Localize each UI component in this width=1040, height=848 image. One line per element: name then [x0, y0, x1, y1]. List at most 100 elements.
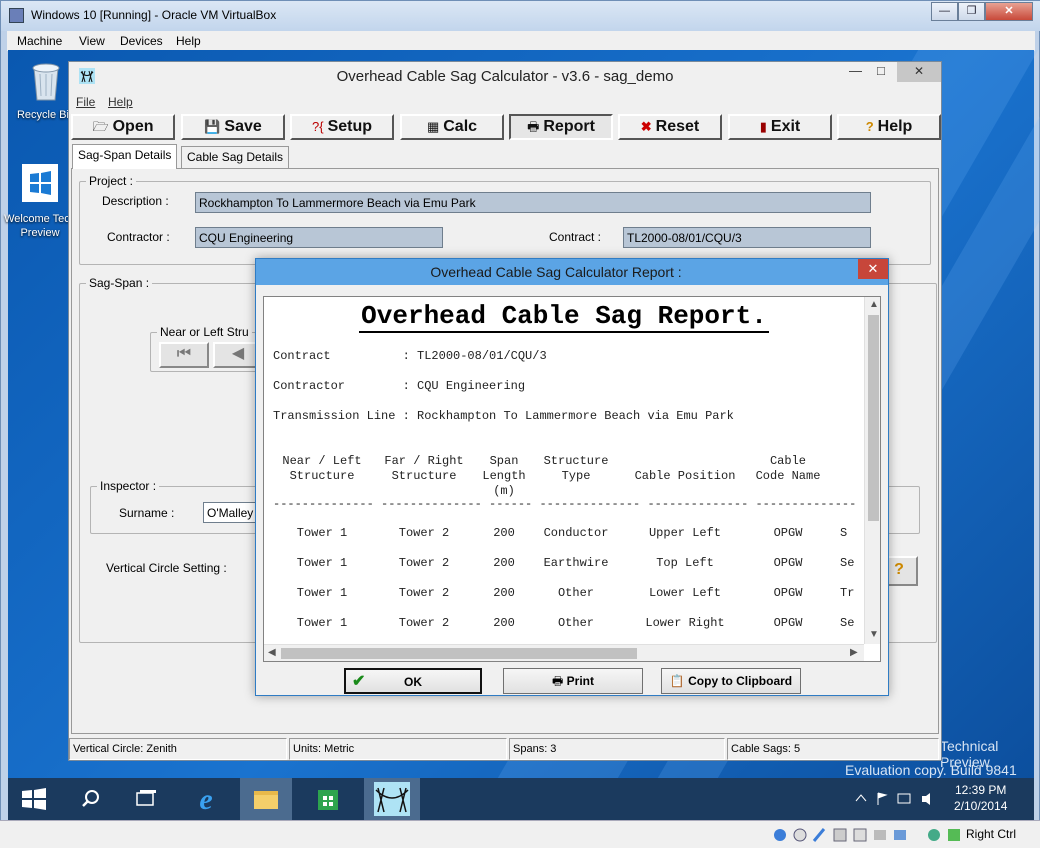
print-button[interactable]: 🖶 Print: [503, 668, 643, 694]
report-cell: Other: [557, 616, 594, 630]
contractor-label: Contractor :: [107, 230, 170, 244]
scroll-down-icon[interactable]: ▼: [869, 629, 879, 640]
reset-button[interactable]: ✖ Reset: [618, 114, 722, 140]
clock-time: 12:39 PM: [955, 783, 1007, 797]
store-button[interactable]: [302, 778, 354, 820]
description-field[interactable]: Rockhampton To Lammermore Beach via Emu …: [195, 192, 871, 213]
app-menu-bar: File Help: [69, 92, 941, 110]
app-maximize-button[interactable]: □: [877, 63, 885, 78]
vertical-circle-setting-label: Vertical Circle Setting :: [106, 561, 227, 575]
clock-date: 2/10/2014: [954, 799, 1008, 813]
device-status-icons[interactable]: [772, 825, 962, 845]
ok-button[interactable]: ✔ OK: [344, 668, 482, 694]
maximize-button[interactable]: ❐: [958, 2, 985, 21]
help-button[interactable]: ? Help: [837, 114, 941, 140]
search-button[interactable]: [64, 778, 116, 820]
report-horizontal-scrollbar[interactable]: ◀ ▶: [264, 644, 864, 661]
recycle-bin-icon: [32, 63, 60, 101]
open-button[interactable]: 🗁 Open: [71, 114, 175, 140]
report-dialog-close-button[interactable]: ✕: [858, 259, 888, 279]
column-header-span-length: Span Length (m): [482, 454, 526, 498]
scroll-up-icon[interactable]: ▲: [869, 299, 879, 310]
exit-door-icon: ▮: [759, 119, 767, 134]
virtualbox-app-icon: [9, 8, 24, 23]
vertical-scroll-thumb[interactable]: [868, 315, 879, 521]
report-contract-line: Contract : TL2000-08/01/CQU/3: [273, 349, 547, 363]
system-tray-icons[interactable]: [854, 791, 944, 807]
report-cell: 200: [493, 526, 515, 540]
report-viewer[interactable]: Overhead Cable Sag Report. Contract : TL…: [263, 296, 881, 662]
desktop-icon-welcome[interactable]: Welcome Tech Preview: [4, 162, 76, 240]
internet-explorer-icon: e: [199, 783, 212, 816]
app-close-button[interactable]: ✕: [897, 62, 941, 82]
windows-logo-icon: [22, 164, 58, 202]
app-minimize-button[interactable]: —: [849, 63, 862, 78]
save-icon: 💾: [204, 119, 221, 134]
report-cell: 200: [493, 556, 515, 570]
internet-explorer-button[interactable]: e: [180, 778, 232, 820]
taskbar: e 12:39 PM 2/10/2014: [8, 778, 1034, 820]
contractor-field[interactable]: CQU Engineering: [195, 227, 443, 248]
taskbar-clock[interactable]: 12:39 PM 2/10/2014: [954, 782, 1007, 814]
desktop-icon-label: Welcome Tech Preview: [4, 213, 76, 239]
report-button[interactable]: 🖶 Report: [509, 114, 613, 140]
save-button[interactable]: 💾 Save: [181, 114, 285, 140]
menu-devices[interactable]: Devices: [120, 34, 163, 48]
scroll-left-icon[interactable]: ◀: [268, 647, 276, 658]
report-icon: 🖶: [527, 119, 540, 134]
minimize-button[interactable]: —: [931, 2, 958, 21]
report-transmission-line: Transmission Line : Rockhampton To Lamme…: [273, 409, 734, 423]
report-cell: 200: [493, 586, 515, 600]
file-explorer-icon: [254, 791, 278, 809]
start-button[interactable]: [8, 778, 60, 820]
report-vertical-scrollbar[interactable]: ▲ ▼: [864, 297, 880, 644]
exit-button[interactable]: ▮ Exit: [728, 114, 832, 140]
copy-to-clipboard-button[interactable]: 📋 Copy to Clipboard: [661, 668, 801, 694]
app-title-bar[interactable]: Overhead Cable Sag Calculator - v3.6 - s…: [69, 62, 941, 90]
sag-calculator-taskbar-button[interactable]: [364, 778, 420, 820]
report-dialog-title: Overhead Cable Sag Calculator Report :: [430, 264, 682, 280]
help-icon: ?: [865, 119, 874, 134]
menu-file[interactable]: File: [76, 95, 95, 109]
close-button[interactable]: ✕: [985, 2, 1033, 21]
contract-field[interactable]: TL2000-08/01/CQU/3: [623, 227, 871, 248]
report-dialog: Overhead Cable Sag Calculator Report : ✕…: [255, 258, 889, 696]
virtualbox-status-bar: Right Ctrl: [0, 820, 1040, 848]
report-cell: Top Left: [656, 556, 714, 570]
virtualbox-title-bar[interactable]: Windows 10 [Running] - Oracle VM Virtual…: [1, 1, 1040, 31]
setup-button[interactable]: ?{Setup: [290, 114, 394, 140]
horizontal-scroll-thumb[interactable]: [281, 648, 637, 659]
inspector-group-label: Inspector :: [97, 479, 160, 493]
menu-help[interactable]: Help: [176, 34, 201, 48]
tab-cable-sag-details[interactable]: Cable Sag Details: [181, 146, 290, 168]
watermark-line-2: Evaluation copy. Build 9841: [845, 762, 1017, 778]
file-explorer-button[interactable]: [240, 778, 292, 820]
first-record-button[interactable]: ⏮: [159, 342, 209, 368]
calc-button[interactable]: ▦ Calc: [400, 114, 504, 140]
tab-sag-span-details[interactable]: Sag-Span Details: [72, 144, 178, 169]
report-cell: OPGW: [773, 586, 803, 600]
description-label: Description :: [102, 194, 169, 208]
scroll-right-icon[interactable]: ▶: [850, 647, 858, 658]
report-cell: Conductor: [543, 526, 609, 540]
checkmark-icon: ✔: [352, 673, 366, 690]
task-view-button[interactable]: [120, 778, 172, 820]
task-view-icon: [136, 790, 156, 806]
printer-icon: 🖶: [551, 674, 564, 688]
project-group-label: Project :: [86, 174, 137, 188]
status-spans: Spans: 3: [509, 738, 725, 760]
report-cell: Tower 2: [398, 526, 450, 540]
sag-calculator-icon: [374, 782, 410, 816]
help-icon: ?: [894, 561, 904, 578]
sag-span-group-label: Sag-Span :: [86, 276, 153, 290]
clipboard-icon: 📋: [669, 674, 685, 688]
menu-machine[interactable]: Machine: [17, 34, 62, 48]
menu-help[interactable]: Help: [108, 95, 133, 109]
report-cell: Tower 1: [296, 526, 348, 540]
report-dialog-title-bar[interactable]: Overhead Cable Sag Calculator Report : ✕: [256, 259, 888, 285]
report-contractor-line: Contractor : CQU Engineering: [273, 379, 526, 393]
svg-text:e: e: [199, 783, 212, 816]
menu-view[interactable]: View: [79, 34, 105, 48]
app-title: Overhead Cable Sag Calculator - v3.6 - s…: [336, 68, 674, 85]
report-cell: Tower 2: [398, 556, 450, 570]
